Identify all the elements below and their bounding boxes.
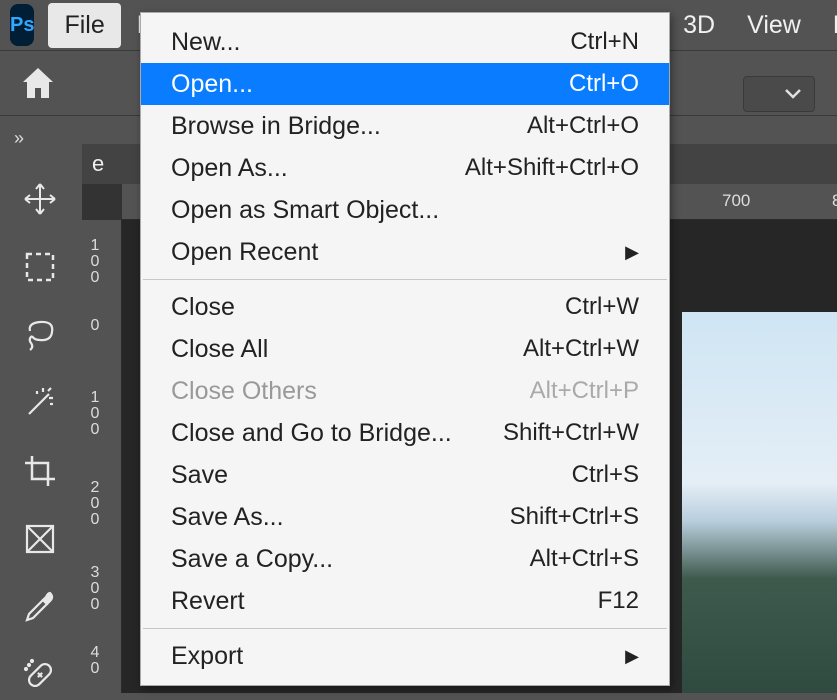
- ruler-v-tick: 40: [88, 645, 102, 677]
- menu-label: Save: [171, 461, 228, 490]
- menu-separator: [143, 628, 667, 629]
- menu-file[interactable]: File: [48, 3, 120, 48]
- menu-open-smart-object[interactable]: Open as Smart Object...: [141, 189, 669, 231]
- ruler-v-tick: 300: [88, 565, 102, 613]
- menu-separator: [143, 279, 667, 280]
- menu-3d[interactable]: 3D: [667, 3, 731, 48]
- menu-label: Export: [171, 642, 243, 671]
- frame-icon: [24, 523, 56, 555]
- menu-label: Save a Copy...: [171, 545, 333, 574]
- options-dropdown[interactable]: [743, 76, 815, 112]
- tool-eyedropper[interactable]: [15, 582, 65, 632]
- ruler-v-tick: 0: [88, 318, 102, 334]
- home-icon: [19, 66, 57, 100]
- document-tab-label: e: [92, 151, 104, 177]
- lasso-icon: [22, 317, 58, 353]
- menu-export[interactable]: Export ▶: [141, 635, 669, 677]
- menu-label: Open...: [171, 70, 253, 99]
- chevron-down-icon: [784, 88, 802, 100]
- move-icon: [22, 181, 58, 217]
- menu-shortcut: Alt+Ctrl+S: [530, 545, 639, 573]
- eyedropper-icon: [23, 590, 57, 624]
- menu-shortcut: Ctrl+S: [572, 461, 639, 489]
- menu-shortcut: Shift+Ctrl+S: [510, 503, 639, 531]
- menu-label: Close All: [171, 335, 268, 364]
- submenu-arrow-icon: ▶: [625, 646, 639, 667]
- home-button[interactable]: [12, 60, 64, 106]
- menu-browse-bridge[interactable]: Browse in Bridge... Alt+Ctrl+O: [141, 105, 669, 147]
- app-logo-text: Ps: [10, 14, 34, 37]
- menu-close[interactable]: Close Ctrl+W: [141, 286, 669, 328]
- ruler-h-tick: 80: [832, 191, 837, 211]
- tool-wand[interactable]: [15, 378, 65, 428]
- ruler-h-tick: 700: [722, 191, 750, 211]
- ruler-v-tick: 200: [88, 480, 102, 528]
- canvas-image: [682, 312, 837, 693]
- menu-open[interactable]: Open... Ctrl+O: [141, 63, 669, 105]
- menu-label: Revert: [171, 587, 245, 616]
- menu-plugins-truncated[interactable]: P: [817, 3, 837, 48]
- menu-shortcut: Ctrl+W: [565, 293, 639, 321]
- menu-shortcut: Shift+Ctrl+W: [503, 419, 639, 447]
- ruler-vertical[interactable]: 100 0 100 200 300 40: [82, 220, 122, 693]
- menu-shortcut: Alt+Ctrl+P: [530, 377, 639, 405]
- menu-label: Open as Smart Object...: [171, 196, 439, 225]
- menu-save[interactable]: Save Ctrl+S: [141, 454, 669, 496]
- tool-crop[interactable]: [15, 446, 65, 496]
- menu-label: Save As...: [171, 503, 284, 532]
- ruler-v-tick: 100: [88, 390, 102, 438]
- menu-shortcut: Alt+Shift+Ctrl+O: [465, 154, 639, 182]
- tool-frame[interactable]: [15, 514, 65, 564]
- menu-close-go-bridge[interactable]: Close and Go to Bridge... Shift+Ctrl+W: [141, 412, 669, 454]
- menu-new[interactable]: New... Ctrl+N: [141, 21, 669, 63]
- menu-open-as[interactable]: Open As... Alt+Shift+Ctrl+O: [141, 147, 669, 189]
- menu-close-others: Close Others Alt+Ctrl+P: [141, 370, 669, 412]
- menu-shortcut: Ctrl+N: [570, 28, 639, 56]
- tool-move[interactable]: [15, 174, 65, 224]
- menu-view[interactable]: View: [731, 3, 817, 48]
- heal-icon: [23, 658, 57, 692]
- menu-open-recent[interactable]: Open Recent ▶: [141, 231, 669, 273]
- submenu-arrow-icon: ▶: [625, 242, 639, 263]
- menu-label: Close and Go to Bridge...: [171, 419, 452, 448]
- menu-save-as[interactable]: Save As... Shift+Ctrl+S: [141, 496, 669, 538]
- file-dropdown: New... Ctrl+N Open... Ctrl+O Browse in B…: [140, 12, 670, 686]
- marquee-icon: [24, 251, 56, 283]
- ruler-v-tick: 100: [88, 238, 102, 286]
- menu-close-all[interactable]: Close All Alt+Ctrl+W: [141, 328, 669, 370]
- crop-icon: [23, 454, 57, 488]
- options-dropdown-container: [743, 76, 815, 112]
- menu-label: Close: [171, 293, 235, 322]
- toolbar: »: [0, 120, 80, 700]
- menu-label: New...: [171, 28, 240, 57]
- menu-shortcut: Alt+Ctrl+O: [527, 112, 639, 140]
- tool-lasso[interactable]: [15, 310, 65, 360]
- menu-save-copy[interactable]: Save a Copy... Alt+Ctrl+S: [141, 538, 669, 580]
- toolbar-expand[interactable]: »: [0, 128, 24, 156]
- menu-label: Close Others: [171, 377, 317, 406]
- menu-shortcut: Alt+Ctrl+W: [523, 335, 639, 363]
- menu-label: Browse in Bridge...: [171, 112, 381, 141]
- tool-marquee[interactable]: [15, 242, 65, 292]
- menu-label: Open Recent: [171, 238, 318, 267]
- app-logo[interactable]: Ps: [10, 4, 34, 46]
- menu-revert[interactable]: Revert F12: [141, 580, 669, 622]
- menu-shortcut: F12: [598, 587, 639, 615]
- wand-icon: [23, 386, 57, 420]
- menu-label: Open As...: [171, 154, 288, 183]
- menu-shortcut: Ctrl+O: [569, 70, 639, 98]
